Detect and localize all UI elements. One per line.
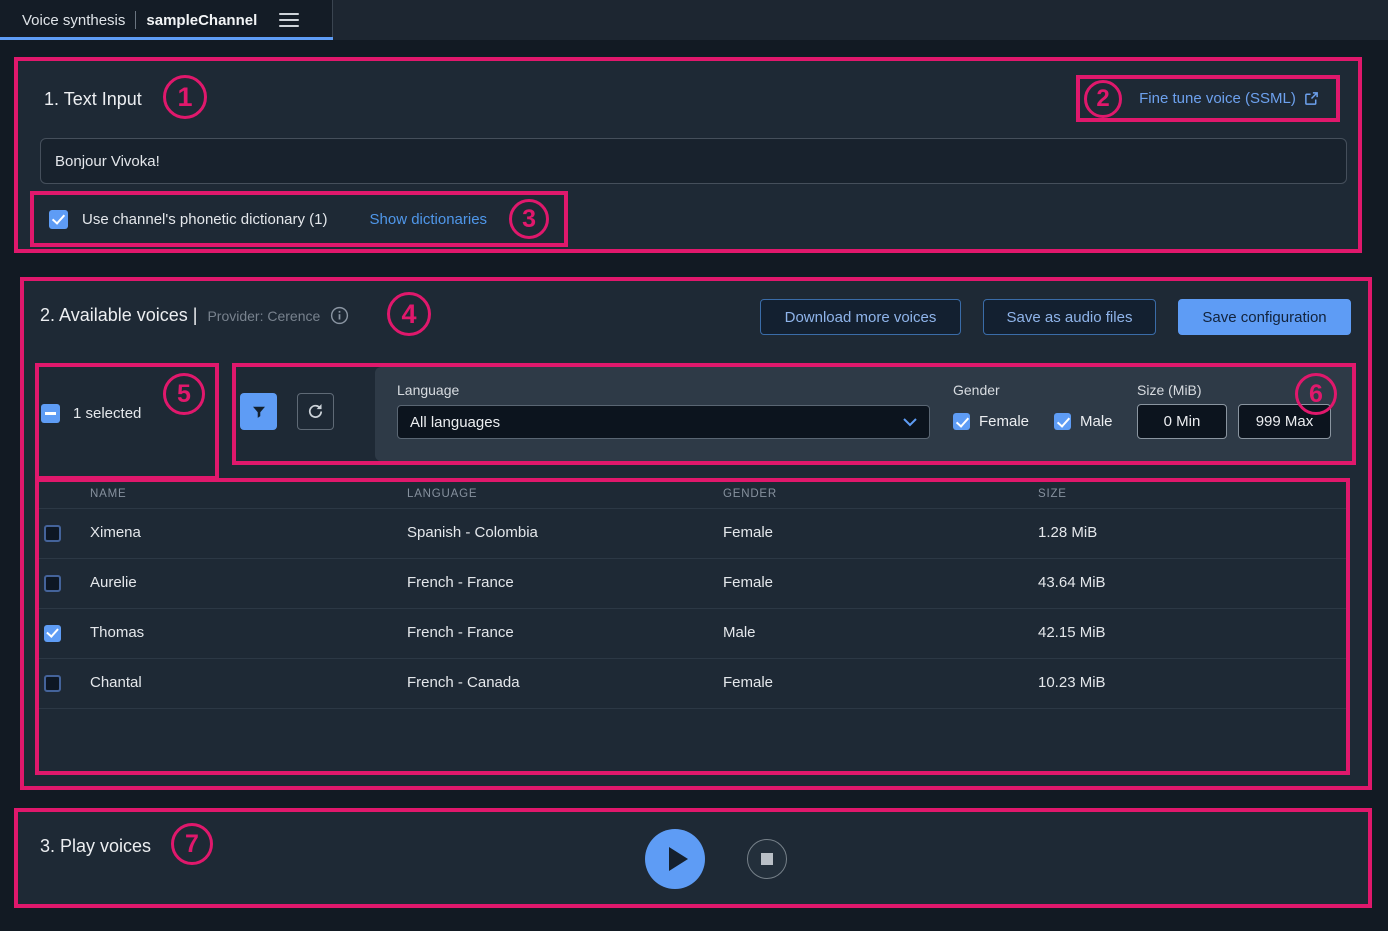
female-checkbox[interactable] <box>953 413 970 430</box>
gender-label: Gender <box>953 382 1000 398</box>
app-title: Voice synthesis <box>22 12 125 29</box>
language-select-value: All languages <box>410 414 500 431</box>
info-icon[interactable] <box>330 306 349 325</box>
filter-button[interactable] <box>240 393 277 430</box>
annotation-1: 1 <box>163 75 207 119</box>
synthesis-text-input[interactable] <box>40 138 1347 184</box>
annotation-5: 5 <box>163 373 205 415</box>
phonetic-dictionary-label: Use channel's phonetic dictionary (1) <box>82 211 328 228</box>
male-label: Male <box>1080 413 1113 430</box>
annotation-4: 4 <box>387 292 431 336</box>
table-header-row: NAME LANGUAGE GENDER SIZE <box>39 482 1346 509</box>
table-row-chantal[interactable]: Chantal French - Canada Female 10.23 MiB <box>39 659 1346 709</box>
selection-highlight: 1 selected 5 <box>35 363 219 480</box>
play-voices-section: 3. Play voices 7 <box>14 808 1372 908</box>
provider-label: Provider: Cerence <box>207 308 320 324</box>
channel-tab[interactable]: Voice synthesis sampleChannel <box>0 0 333 40</box>
gender-male-option[interactable]: Male <box>1054 413 1113 430</box>
voice-name: Ximena <box>90 524 141 541</box>
voice-gender: Female <box>723 574 773 591</box>
section3-title: 3. Play voices <box>40 836 151 857</box>
top-bar: Voice synthesis sampleChannel <box>0 0 1388 40</box>
voice-synthesis-page: Voice synthesis sampleChannel 1. Text In… <box>0 0 1388 931</box>
language-label: Language <box>397 382 459 398</box>
stop-button[interactable] <box>747 839 787 879</box>
phonetic-dictionary-checkbox[interactable] <box>49 210 68 229</box>
stop-icon <box>761 853 773 865</box>
voice-language: French - France <box>407 574 514 591</box>
header-language: LANGUAGE <box>407 488 477 500</box>
save-configuration-button[interactable]: Save configuration <box>1178 299 1351 335</box>
voice-gender: Male <box>723 624 756 641</box>
channel-name: sampleChannel <box>146 12 257 29</box>
tab-separator <box>135 11 136 29</box>
show-dictionaries-link[interactable]: Show dictionaries <box>370 211 488 228</box>
refresh-icon <box>306 402 325 421</box>
row-checkbox[interactable] <box>44 625 61 642</box>
voice-language: French - Canada <box>407 674 520 691</box>
filter-panel: Language All languages Gender Female Mal… <box>375 367 1352 461</box>
text-input-section: 1. Text Input 1 2 Fine tune voice (SSML)… <box>14 57 1362 253</box>
phonetic-dictionary-highlight: Use channel's phonetic dictionary (1) Sh… <box>30 191 568 247</box>
row-checkbox[interactable] <box>44 525 61 542</box>
language-select[interactable]: All languages <box>397 405 930 439</box>
annotation-2: 2 <box>1084 80 1122 118</box>
table-row-ximena[interactable]: Ximena Spanish - Colombia Female 1.28 Mi… <box>39 509 1346 559</box>
voice-language: French - France <box>407 624 514 641</box>
size-label: Size (MiB) <box>1137 382 1202 398</box>
voices-table-highlight: NAME LANGUAGE GENDER SIZE Ximena Spanish… <box>35 478 1350 775</box>
filter-bar-highlight: Language All languages Gender Female Mal… <box>232 363 1356 465</box>
header-size: SIZE <box>1038 488 1067 500</box>
voice-gender: Female <box>723 524 773 541</box>
chevron-down-icon <box>903 418 917 427</box>
male-checkbox[interactable] <box>1054 413 1071 430</box>
fine-tune-voice-link[interactable]: Fine tune voice (SSML) <box>1139 90 1319 107</box>
table-row-thomas[interactable]: Thomas French - France Male 42.15 MiB <box>39 609 1346 659</box>
voice-size: 10.23 MiB <box>1038 674 1106 691</box>
voice-name: Chantal <box>90 674 142 691</box>
female-label: Female <box>979 413 1029 430</box>
annotation-3: 3 <box>509 199 549 239</box>
section1-title: 1. Text Input <box>44 89 142 110</box>
voice-name: Aurelie <box>90 574 137 591</box>
fine-tune-highlight: 2 Fine tune voice (SSML) <box>1076 75 1340 122</box>
size-min-input[interactable] <box>1137 404 1227 439</box>
table-row-aurelie[interactable]: Aurelie French - France Female 43.64 MiB <box>39 559 1346 609</box>
play-button[interactable] <box>645 829 705 889</box>
select-all-checkbox[interactable] <box>41 404 60 423</box>
voice-size: 1.28 MiB <box>1038 524 1097 541</box>
selected-count-label: 1 selected <box>73 405 141 422</box>
play-icon <box>669 847 688 871</box>
download-more-voices-button[interactable]: Download more voices <box>760 299 961 335</box>
header-gender: GENDER <box>723 488 777 500</box>
active-tab-indicator <box>0 37 333 40</box>
fine-tune-voice-label: Fine tune voice (SSML) <box>1139 90 1296 107</box>
voice-size: 42.15 MiB <box>1038 624 1106 641</box>
voice-language: Spanish - Colombia <box>407 524 538 541</box>
voice-gender: Female <box>723 674 773 691</box>
gender-female-option[interactable]: Female <box>953 413 1029 430</box>
header-name: NAME <box>90 488 126 500</box>
annotation-6: 6 <box>1295 373 1337 415</box>
section2-title: 2. Available voices | <box>40 305 197 326</box>
voice-name: Thomas <box>90 624 144 641</box>
voice-size: 43.64 MiB <box>1038 574 1106 591</box>
save-as-audio-files-button[interactable]: Save as audio files <box>983 299 1156 335</box>
menu-icon[interactable] <box>279 13 299 27</box>
refresh-button[interactable] <box>297 393 334 430</box>
row-checkbox[interactable] <box>44 575 61 592</box>
available-voices-section: 2. Available voices | Provider: Cerence … <box>20 277 1372 790</box>
row-checkbox[interactable] <box>44 675 61 692</box>
external-link-icon <box>1304 91 1319 106</box>
filter-icon <box>250 403 268 421</box>
section2-header: 2. Available voices | Provider: Cerence <box>40 305 349 326</box>
annotation-7: 7 <box>171 823 213 865</box>
